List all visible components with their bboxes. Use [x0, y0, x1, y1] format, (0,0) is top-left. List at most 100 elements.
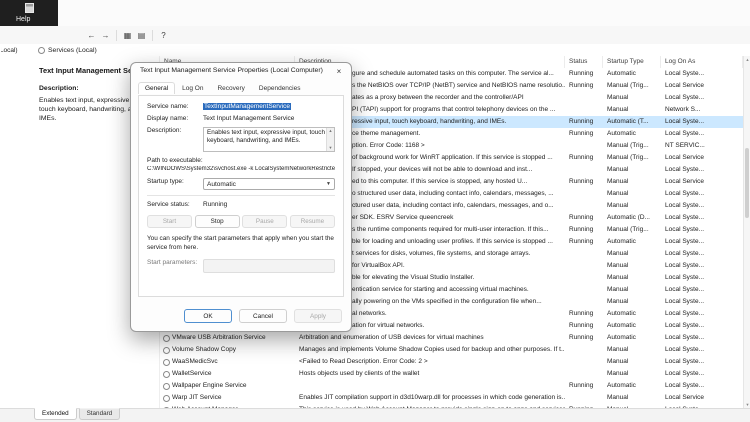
export-list-icon[interactable]: ▤	[136, 29, 147, 42]
service-logon-cell: Local Service	[665, 154, 705, 161]
service-status-cell	[565, 368, 603, 380]
service-logon-cell: Local Syste...	[665, 346, 705, 353]
startup-type-select[interactable]: Automatic ▼	[203, 178, 335, 190]
apply-button[interactable]: Apply	[294, 309, 342, 323]
service-description-cell	[295, 380, 565, 392]
description-value: Enables text input, expressive input, to…	[207, 129, 325, 144]
service-logon-cell: Local Syste...	[665, 94, 705, 101]
column-header-log-on-as[interactable]: Log On As	[661, 56, 743, 68]
scroll-up-icon[interactable]: ▲	[327, 128, 334, 134]
service-startup-type-cell: Automatic	[607, 70, 636, 77]
service-description-cell: <Failed to Read Description. Error Code:…	[299, 358, 428, 365]
service-gear-icon	[163, 394, 170, 402]
service-logon-cell: Local Syste...	[665, 70, 705, 77]
service-status-cell: Running	[569, 214, 594, 221]
service-status-cell: Running	[569, 238, 594, 245]
service-status-cell: Running	[569, 130, 594, 137]
view-tab-standard[interactable]: Standard	[78, 408, 121, 420]
table-row[interactable]: VMware USB Arbitration Service Arbitratio…	[160, 332, 743, 344]
scrollbar-thumb[interactable]	[745, 148, 749, 218]
tab-log-on[interactable]: Log On	[175, 82, 210, 94]
service-gear-icon	[163, 346, 170, 354]
column-header-startup-type[interactable]: Startup Type	[603, 56, 661, 68]
service-startup-type-cell: Automatic	[607, 238, 636, 245]
service-description-cell: Enables JIT compilation support in d3d10…	[299, 394, 565, 401]
dialog-tabs: General Log On Recovery Dependencies	[138, 82, 308, 94]
view-tab-strip: Extended Standard	[0, 408, 750, 422]
service-logon-cell: Local Service	[665, 178, 705, 185]
service-startup-type-cell: Manual	[607, 298, 629, 305]
service-startup-type-cell: Manual	[607, 370, 629, 377]
service-status-label: Service status:	[147, 201, 190, 208]
description-field[interactable]: Enables text input, expressive input, to…	[203, 127, 335, 152]
resume-button[interactable]: Resume	[289, 215, 335, 228]
service-name-text: Wallpaper Engine Service	[172, 382, 247, 389]
menu-bar: Help	[16, 14, 30, 25]
service-status-cell	[565, 392, 603, 404]
service-gear-icon	[163, 382, 170, 390]
table-row[interactable]: WalletService Hosts objects used by clien…	[160, 368, 743, 380]
services-icon	[38, 46, 45, 54]
view-tab-extended[interactable]: Extended	[34, 408, 77, 420]
scroll-up-icon[interactable]: ▲	[744, 56, 750, 63]
close-icon[interactable]: ×	[331, 65, 347, 78]
table-row[interactable]: Warp JIT Service Enables JIT compilation …	[160, 392, 743, 404]
path-to-executable-label: Path to executable:	[147, 157, 203, 164]
service-name-label: Service name:	[147, 103, 189, 110]
service-status-cell	[565, 272, 603, 284]
tab-dependencies[interactable]: Dependencies	[252, 82, 308, 94]
table-row[interactable]: Volume Shadow Copy Manages and implements…	[160, 344, 743, 356]
service-name-cell: Warp JIT Service	[160, 392, 295, 404]
start-parameters-input[interactable]	[203, 259, 335, 273]
dark-titlebar-block: Help	[0, 0, 58, 26]
service-logon-cell: Local Syste...	[665, 190, 705, 197]
service-name-value[interactable]: TextInputManagementService	[203, 103, 291, 110]
service-startup-type-cell: Manual	[607, 94, 629, 101]
startup-type-value: Automatic	[207, 180, 236, 188]
cancel-button[interactable]: Cancel	[239, 309, 287, 323]
service-status-cell: Running	[569, 226, 594, 233]
service-status-cell	[565, 200, 603, 212]
tab-general[interactable]: General	[138, 82, 176, 94]
list-scrollbar[interactable]: ▲ ▼	[743, 56, 750, 408]
tree-item-services-local[interactable]: Services (Local)	[1, 47, 30, 54]
help-icon[interactable]: ?	[158, 29, 169, 42]
service-gear-icon	[163, 334, 170, 342]
column-header-status[interactable]: Status	[565, 56, 603, 68]
service-status-cell: Running	[569, 82, 594, 89]
menu-item-help[interactable]: Help	[16, 14, 30, 25]
table-row[interactable]: Wallpaper Engine Service Running Automatic…	[160, 380, 743, 392]
pause-button[interactable]: Pause	[242, 215, 288, 228]
service-startup-type-cell: Manual	[607, 190, 629, 197]
service-name-text: WalletService	[172, 370, 212, 377]
tab-recovery[interactable]: Recovery	[210, 82, 251, 94]
service-gear-icon	[163, 358, 170, 366]
service-name-cell: WaaSMedicSvc	[160, 356, 295, 368]
service-status-cell: Running	[569, 382, 594, 389]
service-status-cell: Running	[569, 178, 594, 185]
description-scrollbar[interactable]: ▲ ▼	[326, 128, 334, 151]
service-status-cell	[565, 104, 603, 116]
service-logon-cell: Local Service	[665, 82, 705, 89]
start-button[interactable]: Start	[147, 215, 192, 228]
table-row[interactable]: WaaSMedicSvc <Failed to Read Description.…	[160, 356, 743, 368]
service-startup-type-cell: Manual (Trig...	[607, 226, 649, 233]
service-logon-cell: Local Syste...	[665, 214, 705, 221]
service-status-value: Running	[203, 201, 228, 208]
scroll-down-icon[interactable]: ▼	[744, 401, 750, 408]
ok-button[interactable]: OK	[184, 309, 232, 323]
service-logon-cell: Local Syste...	[665, 370, 705, 377]
service-description-cell: Hosts objects used by clients of the wal…	[299, 370, 420, 377]
scroll-down-icon[interactable]: ▼	[327, 145, 334, 151]
service-startup-type-cell: Manual	[607, 394, 629, 401]
stop-button[interactable]: Stop	[194, 215, 240, 228]
path-to-executable-value: C:\WINDOWS\System32\svchost.exe -k Local…	[147, 166, 335, 172]
service-startup-type-cell: Manual	[607, 178, 629, 185]
service-logon-cell: Network S...	[665, 106, 701, 113]
service-startup-type-cell: Manual	[607, 202, 629, 209]
back-icon[interactable]: ←	[86, 29, 97, 42]
forward-icon[interactable]: →	[100, 29, 111, 42]
service-status-cell: Running	[569, 154, 594, 161]
show-console-tree-icon[interactable]: ▦	[122, 29, 133, 42]
service-name-cell: Wallpaper Engine Service	[160, 380, 295, 392]
